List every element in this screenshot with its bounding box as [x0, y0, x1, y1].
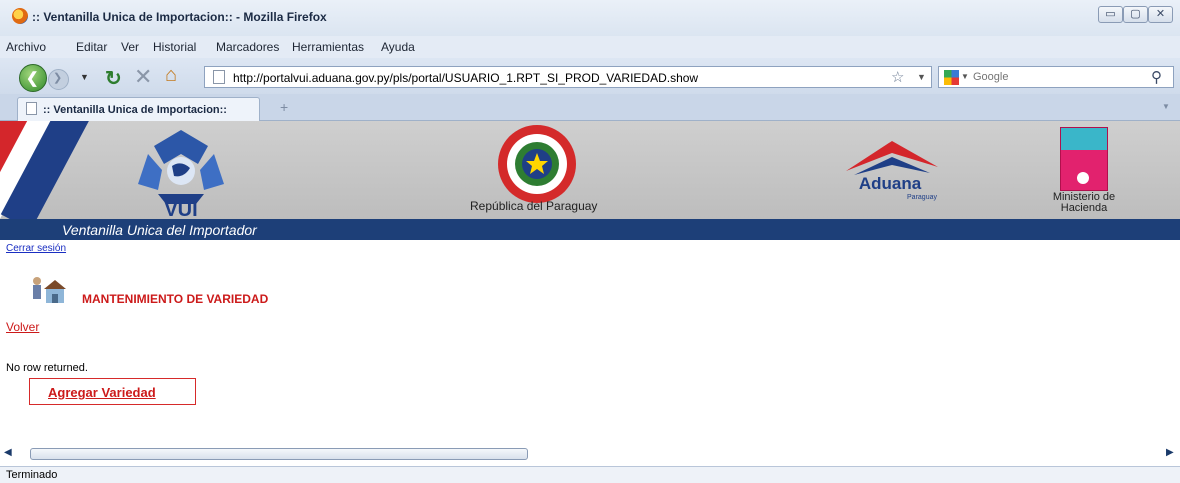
forward-button[interactable]: ❯ [48, 69, 69, 90]
menu-editar[interactable]: Editar [76, 40, 107, 54]
window-titlebar: :: Ventanilla Unica de Importacion:: - M… [0, 0, 1180, 36]
scrollbar-thumb[interactable] [30, 448, 528, 460]
stop-icon[interactable]: ✕ [134, 64, 152, 90]
menu-archivo[interactable]: Archivo [6, 40, 46, 54]
empty-result-message: No row returned. [6, 362, 88, 374]
history-dropdown-icon[interactable]: ▼ [80, 72, 89, 82]
users-house-icon [33, 277, 66, 303]
star-icon[interactable]: ☆ [891, 68, 904, 86]
page-icon [26, 102, 37, 115]
maximize-button[interactable]: ▢ [1123, 6, 1148, 23]
window-title: :: Ventanilla Unica de Importacion:: - M… [32, 10, 327, 24]
portal-title: Ventanilla Unica del Importador [62, 222, 257, 238]
home-icon[interactable]: ⌂ [165, 64, 177, 87]
magnifier-icon[interactable]: ⚲ [1151, 68, 1162, 86]
scroll-left-icon[interactable]: ◀ [4, 447, 12, 458]
section-title: MANTENIMIENTO DE VARIEDAD [82, 292, 269, 306]
aduana-text: Aduana [859, 174, 922, 193]
tab-ventanilla[interactable]: :: Ventanilla Unica de Importacion:: [17, 97, 260, 121]
hacienda-label: Ministerio de Hacienda [1024, 192, 1144, 214]
navigation-toolbar: ❮ ❯ ▼ ↻ ✕ ⌂ http://portalvui.aduana.gov.… [0, 58, 1180, 94]
add-variety-button[interactable]: Agregar Variedad [29, 378, 196, 405]
tab-label: :: Ventanilla Unica de Importacion:: [43, 104, 227, 116]
menu-ayuda[interactable]: Ayuda [381, 40, 415, 54]
menu-bar: Archivo Editar Ver Historial Marcadores … [0, 36, 1180, 58]
add-variety-label[interactable]: Agregar Variedad [48, 385, 156, 400]
page-icon [213, 70, 225, 84]
republic-label: República del Paraguay [470, 199, 598, 213]
menu-herramientas[interactable]: Herramientas [292, 40, 364, 54]
firefox-icon [12, 8, 28, 24]
menu-ver[interactable]: Ver [121, 40, 139, 54]
hacienda-logo-emblem [1077, 172, 1089, 184]
logout-link[interactable]: Cerrar sesión [6, 243, 66, 254]
close-button[interactable]: ✕ [1148, 6, 1173, 23]
hacienda-label-line2: Hacienda [1060, 202, 1108, 214]
minimize-button[interactable]: ▭ [1098, 6, 1123, 23]
aduana-subtext: Paraguay [907, 194, 937, 201]
search-engine-dropdown-icon[interactable]: ▼ [961, 72, 969, 81]
search-bar: ▼ ⚲ [938, 66, 1174, 88]
paraguay-seal-logo [498, 125, 576, 203]
vui-logo: VUI [138, 130, 224, 218]
tab-strip: :: Ventanilla Unica de Importacion:: + ▼ [0, 94, 1180, 121]
back-link[interactable]: Volver [6, 320, 39, 334]
page-banner: VUI República del Paraguay Aduana Paragu… [0, 121, 1180, 219]
forward-arrow-icon: ❯ [53, 72, 63, 84]
new-tab-icon[interactable]: + [280, 99, 288, 115]
search-input[interactable] [973, 68, 1143, 86]
status-bar: Terminado [0, 466, 1180, 483]
tab-list-icon[interactable]: ▼ [1162, 102, 1170, 111]
aduana-logo: Aduana Paraguay [846, 141, 938, 201]
reload-icon[interactable]: ↻ [105, 66, 122, 91]
menu-marcadores[interactable]: Marcadores [216, 40, 279, 54]
back-arrow-icon: ❮ [26, 70, 39, 87]
hacienda-logo [1060, 127, 1108, 191]
horizontal-scrollbar[interactable]: ◀ ▶ [0, 444, 1180, 464]
portal-title-strip: Ventanilla Unica del Importador [0, 219, 1180, 240]
menu-historial[interactable]: Historial [153, 40, 196, 54]
url-text[interactable]: http://portalvui.aduana.gov.py/pls/porta… [233, 71, 698, 85]
hacienda-logo-band [1061, 128, 1107, 150]
back-button[interactable]: ❮ [19, 64, 47, 92]
scroll-right-icon[interactable]: ▶ [1166, 447, 1174, 458]
url-dropdown-icon[interactable]: ▼ [917, 72, 926, 82]
search-engine-icon[interactable] [944, 70, 959, 85]
status-text: Terminado [6, 469, 58, 481]
vui-text: VUI [164, 199, 197, 218]
address-bar[interactable]: http://portalvui.aduana.gov.py/pls/porta… [204, 66, 932, 88]
